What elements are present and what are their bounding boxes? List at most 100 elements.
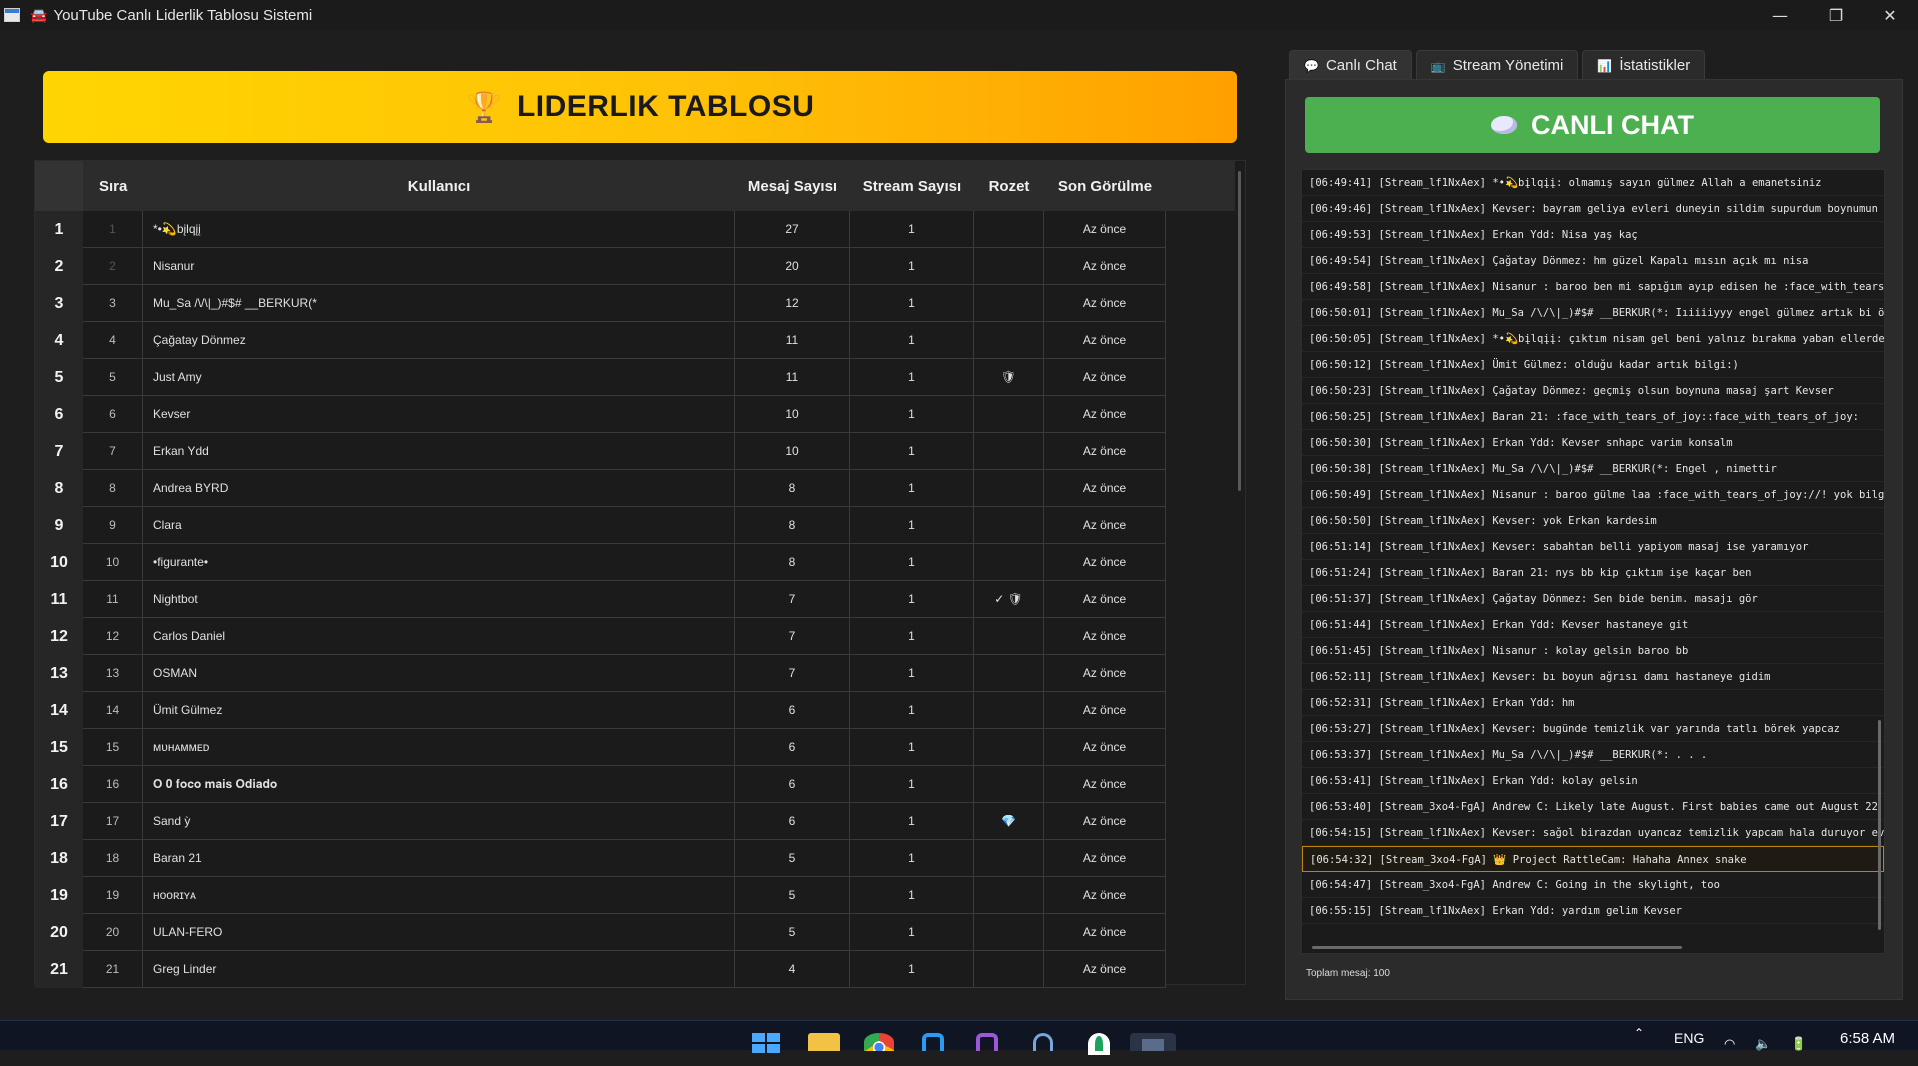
cell-messages: 4 <box>735 951 850 988</box>
cell-badge <box>974 840 1044 877</box>
postgres-icon[interactable] <box>1028 1033 1058 1051</box>
file-explorer-icon[interactable] <box>808 1033 840 1051</box>
tab-bar: 💬 Canlı Chat 📺 Stream Yönetimi 📊 İstatistikle… <box>1289 50 1706 80</box>
table-row[interactable]: 21 21 Greg Linder 4 1 Az önce <box>35 951 1235 988</box>
table-row[interactable]: 20 20 ULAN-FERO 5 1 Az önce <box>35 914 1235 951</box>
mongodb-icon[interactable] <box>1084 1033 1114 1055</box>
chat-line: [06:49:58] [Stream_lf1NxAex] Nisanur : b… <box>1302 274 1884 300</box>
chat-pane: CANLI CHAT [06:49:41] [Stream_lf1NxAex] … <box>1285 79 1903 1000</box>
col-badge-header[interactable]: Rozet <box>974 161 1044 211</box>
table-row[interactable]: 1 1 *•💫bįlqįį 27 1 Az önce <box>35 211 1235 248</box>
cell-streams: 1 <box>850 359 974 396</box>
table-row[interactable]: 5 5 Just Amy 11 1 🛡 Az önce <box>35 359 1235 396</box>
cell-badge <box>974 248 1044 285</box>
chat-log[interactable]: [06:49:41] [Stream_lf1NxAex] *•💫bįlqįį: … <box>1301 169 1885 954</box>
col-streams-header[interactable]: Stream Sayısı <box>850 161 974 211</box>
chrome-icon[interactable] <box>864 1033 894 1051</box>
tray-overflow-chevron-icon[interactable]: ⌃ <box>1634 1026 1644 1056</box>
tv-icon: 📺 <box>1430 58 1446 73</box>
table-row[interactable]: 8 8 Andrea BYRD 8 1 Az önce <box>35 470 1235 507</box>
chat-horizontal-scrollbar[interactable] <box>1312 946 1682 949</box>
cell-messages: 6 <box>735 766 850 803</box>
table-row[interactable]: 18 18 Baran 21 5 1 Az önce <box>35 840 1235 877</box>
cell-last-seen: Az önce <box>1044 359 1166 396</box>
active-app-icon[interactable] <box>1130 1033 1176 1051</box>
cell-last-seen: Az önce <box>1044 322 1166 359</box>
tab-live-chat[interactable]: 💬 Canlı Chat <box>1289 50 1412 80</box>
table-header: Sıra Kullanıcı Mesaj Sayısı Stream Sayıs… <box>35 161 1235 211</box>
cell-user: Sand ỳ <box>143 803 735 840</box>
tab-stream-management[interactable]: 📺 Stream Yönetimi <box>1415 50 1579 80</box>
cell-rank: 17 <box>83 803 143 840</box>
cell-last-seen: Az önce <box>1044 285 1166 322</box>
cell-rank: 11 <box>83 581 143 618</box>
table-row[interactable]: 4 4 Çağatay Dönmez 11 1 Az önce <box>35 322 1235 359</box>
cell-user: OSMAN <box>143 655 735 692</box>
table-row[interactable]: 9 9 Clara 8 1 Az önce <box>35 507 1235 544</box>
chat-line: [06:49:46] [Stream_lf1NxAex] Kevser: bay… <box>1302 196 1884 222</box>
cell-rank: 20 <box>83 914 143 951</box>
cell-streams: 1 <box>850 396 974 433</box>
chat-line: [06:52:31] [Stream_lf1NxAex] Erkan Ydd: … <box>1302 690 1884 716</box>
cell-messages: 10 <box>735 433 850 470</box>
vscode-icon[interactable] <box>918 1033 948 1051</box>
col-rank-header[interactable]: Sıra <box>83 161 143 211</box>
table-row[interactable]: 12 12 Carlos Daniel 7 1 Az önce <box>35 618 1235 655</box>
cell-user: ᴍᴜʜᴀᴍᴍᴇᴅ <box>143 729 735 766</box>
table-row[interactable]: 16 16 𝐎 𝟎 𝐟𝐨𝐜𝐨 𝐦𝐚𝐢𝐬 𝐎𝐝𝐢𝐚𝐝𝐨 6 1 Az önce <box>35 766 1235 803</box>
row-index: 3 <box>35 285 83 322</box>
table-scrollbar[interactable] <box>1238 171 1241 491</box>
chat-line: [06:53:40] [Stream_3xo4-FgA] Andrew C: L… <box>1302 794 1884 820</box>
col-messages-header[interactable]: Mesaj Sayısı <box>735 161 850 211</box>
cell-badge <box>974 951 1044 988</box>
cell-rank: 1 <box>83 211 143 248</box>
cell-badge: 💎 <box>974 803 1044 840</box>
cell-badge <box>974 322 1044 359</box>
chat-line: [06:55:15] [Stream_lf1NxAex] Erkan Ydd: … <box>1302 898 1884 924</box>
table-row[interactable]: 2 2 Nisanur 20 1 Az önce <box>35 248 1235 285</box>
cell-last-seen: Az önce <box>1044 507 1166 544</box>
visual-studio-icon[interactable] <box>972 1033 1002 1051</box>
chat-line: [06:51:44] [Stream_lf1NxAex] Erkan Ydd: … <box>1302 612 1884 638</box>
table-row[interactable]: 6 6 Kevser 10 1 Az önce <box>35 396 1235 433</box>
language-indicator[interactable]: ENG <box>1674 1030 1704 1060</box>
clock[interactable]: 6:58 AM <box>1840 1030 1895 1060</box>
cell-last-seen: Az önce <box>1044 433 1166 470</box>
table-row[interactable]: 7 7 Erkan Ydd 10 1 Az önce <box>35 433 1235 470</box>
chat-vertical-scrollbar[interactable] <box>1878 720 1881 930</box>
table-row[interactable]: 15 15 ᴍᴜʜᴀᴍᴍᴇᴅ 6 1 Az önce <box>35 729 1235 766</box>
col-user-header[interactable]: Kullanıcı <box>143 161 735 211</box>
cell-last-seen: Az önce <box>1044 655 1166 692</box>
title-bar[interactable]: 🚘 YouTube Canlı Liderlik Tablosu Sistemi… <box>0 0 1918 30</box>
cell-streams: 1 <box>850 877 974 914</box>
cell-user: Clara <box>143 507 735 544</box>
cell-badge <box>974 766 1044 803</box>
cell-user: Mu_Sa /\/\|_)#$# __BERKUR(* <box>143 285 735 322</box>
table-row[interactable]: 11 11 Nightbot 7 1 ✓ 🛡 Az önce <box>35 581 1235 618</box>
windows-start-icon[interactable] <box>752 1033 782 1053</box>
row-index: 14 <box>35 692 83 729</box>
chat-line: [06:52:11] [Stream_lf1NxAex] Kevser: bı … <box>1302 664 1884 690</box>
cell-last-seen: Az önce <box>1044 840 1166 877</box>
chat-line: [06:53:41] [Stream_lf1NxAex] Erkan Ydd: … <box>1302 768 1884 794</box>
table-row[interactable]: 3 3 Mu_Sa /\/\|_)#$# __BERKUR(* 12 1 Az önce <box>35 285 1235 322</box>
close-button[interactable]: ✕ <box>1862 0 1918 30</box>
row-index: 2 <box>35 248 83 285</box>
table-row[interactable]: 19 19 ʜᴏᴏʀɪʏᴀ 5 1 Az önce <box>35 877 1235 914</box>
cell-rank: 18 <box>83 840 143 877</box>
maximize-button[interactable]: ❐ <box>1808 0 1864 30</box>
cell-streams: 1 <box>850 470 974 507</box>
tab-statistics[interactable]: 📊 İstatistikler <box>1582 50 1706 80</box>
tray-status-icons[interactable]: ◠ 🔈 🔋 <box>1724 1036 1815 1066</box>
table-row[interactable]: 17 17 Sand ỳ 6 1 💎 Az önce <box>35 803 1235 840</box>
table-row[interactable]: 10 10 •figurante• 8 1 Az önce <box>35 544 1235 581</box>
cell-rank: 3 <box>83 285 143 322</box>
minimize-button[interactable]: — <box>1752 0 1808 30</box>
cell-badge: 🛡 <box>974 359 1044 396</box>
table-row[interactable]: 14 14 Ümit Gülmez 6 1 Az önce <box>35 692 1235 729</box>
cell-rank: 6 <box>83 396 143 433</box>
col-lastseen-header[interactable]: Son Görülme <box>1044 161 1166 211</box>
table-row[interactable]: 13 13 OSMAN 7 1 Az önce <box>35 655 1235 692</box>
app-window: 🚘 YouTube Canlı Liderlik Tablosu Sistemi… <box>0 0 1918 1055</box>
row-index: 15 <box>35 729 83 766</box>
